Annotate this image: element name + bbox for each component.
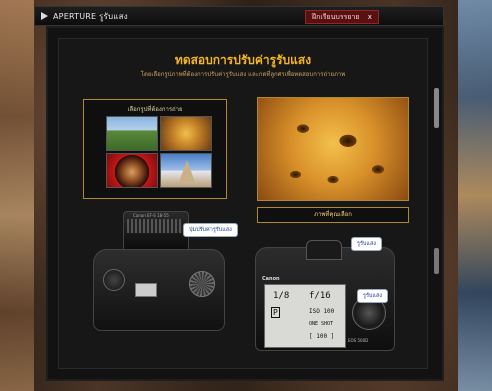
play-icon[interactable]: [41, 12, 48, 20]
lesson-tab[interactable]: ฝึกเรียนบรรยาย x: [305, 10, 379, 24]
chooser-label: เลือกรูปที่ต้องการถ่าย: [127, 106, 183, 113]
scrollbar-thumb[interactable]: [434, 88, 439, 128]
page-instructions: โดยเลือกรูปภาพที่ต้องการปรับค่ารูรับแสง …: [140, 71, 346, 78]
camera-brand: Canon: [262, 276, 280, 282]
right-photo-strip: [458, 0, 492, 391]
aperture-callout-side[interactable]: รูรับแสง: [357, 289, 388, 303]
lcd-mode: P: [271, 307, 280, 318]
lcd-af-mode: ONE SHOT: [309, 321, 334, 327]
aperture-button-callout[interactable]: ปุ่มปรับค่ารูรับแสง: [183, 223, 238, 237]
thumbnail-food[interactable]: [106, 153, 158, 188]
content-area: ทดสอบการปรับค่ารูรับแสง โดยเลือกรูปภาพที…: [58, 38, 428, 369]
camera-model: EOS 500D: [348, 338, 369, 343]
scrollbar-thumb-lower[interactable]: [434, 248, 439, 274]
window-titlebar: APERTURE รูรับแสง ฝึกเรียนบรรยาย x: [34, 6, 444, 26]
lcd-iso: ISO 100: [309, 308, 335, 315]
camera-lcd: 1/8 f/16 P ISO 100 ONE SHOT [ 100 ]: [264, 284, 346, 348]
preview-caption: ภาพที่คุณเลือก: [257, 207, 409, 223]
thumbnail-landscape[interactable]: [106, 116, 158, 151]
aperture-callout-top[interactable]: รูรับแสง: [351, 237, 382, 251]
power-dial: [103, 269, 125, 291]
page-title: ทดสอบการปรับค่ารูรับแสง: [174, 53, 312, 67]
thumbnail-bees[interactable]: [160, 116, 212, 151]
lens-label: Canon EF-S 18-55: [133, 213, 169, 218]
hot-shoe: [135, 283, 157, 297]
lens-zoom-ring: [127, 219, 183, 233]
main-panel: ทดสอบการปรับค่ารูรับแสง โดยเลือกรูปภาพที…: [46, 26, 444, 381]
close-icon[interactable]: x: [368, 13, 372, 21]
lcd-shutter: 1/8: [273, 291, 290, 301]
viewfinder: [306, 240, 342, 260]
left-photo-strip: [0, 0, 34, 391]
picture-chooser: เลือกรูปที่ต้องการถ่าย: [83, 99, 227, 199]
window-title: APERTURE รูรับแสง: [53, 12, 128, 21]
selected-photo-preview: [257, 97, 409, 201]
lesson-tab-label: ฝึกเรียนบรรยาย: [312, 13, 360, 21]
lcd-aperture: f/16: [309, 291, 331, 301]
lcd-shot-count: [ 100 ]: [309, 333, 335, 340]
mode-dial[interactable]: [189, 271, 215, 297]
thumbnail-temple[interactable]: [160, 153, 212, 188]
